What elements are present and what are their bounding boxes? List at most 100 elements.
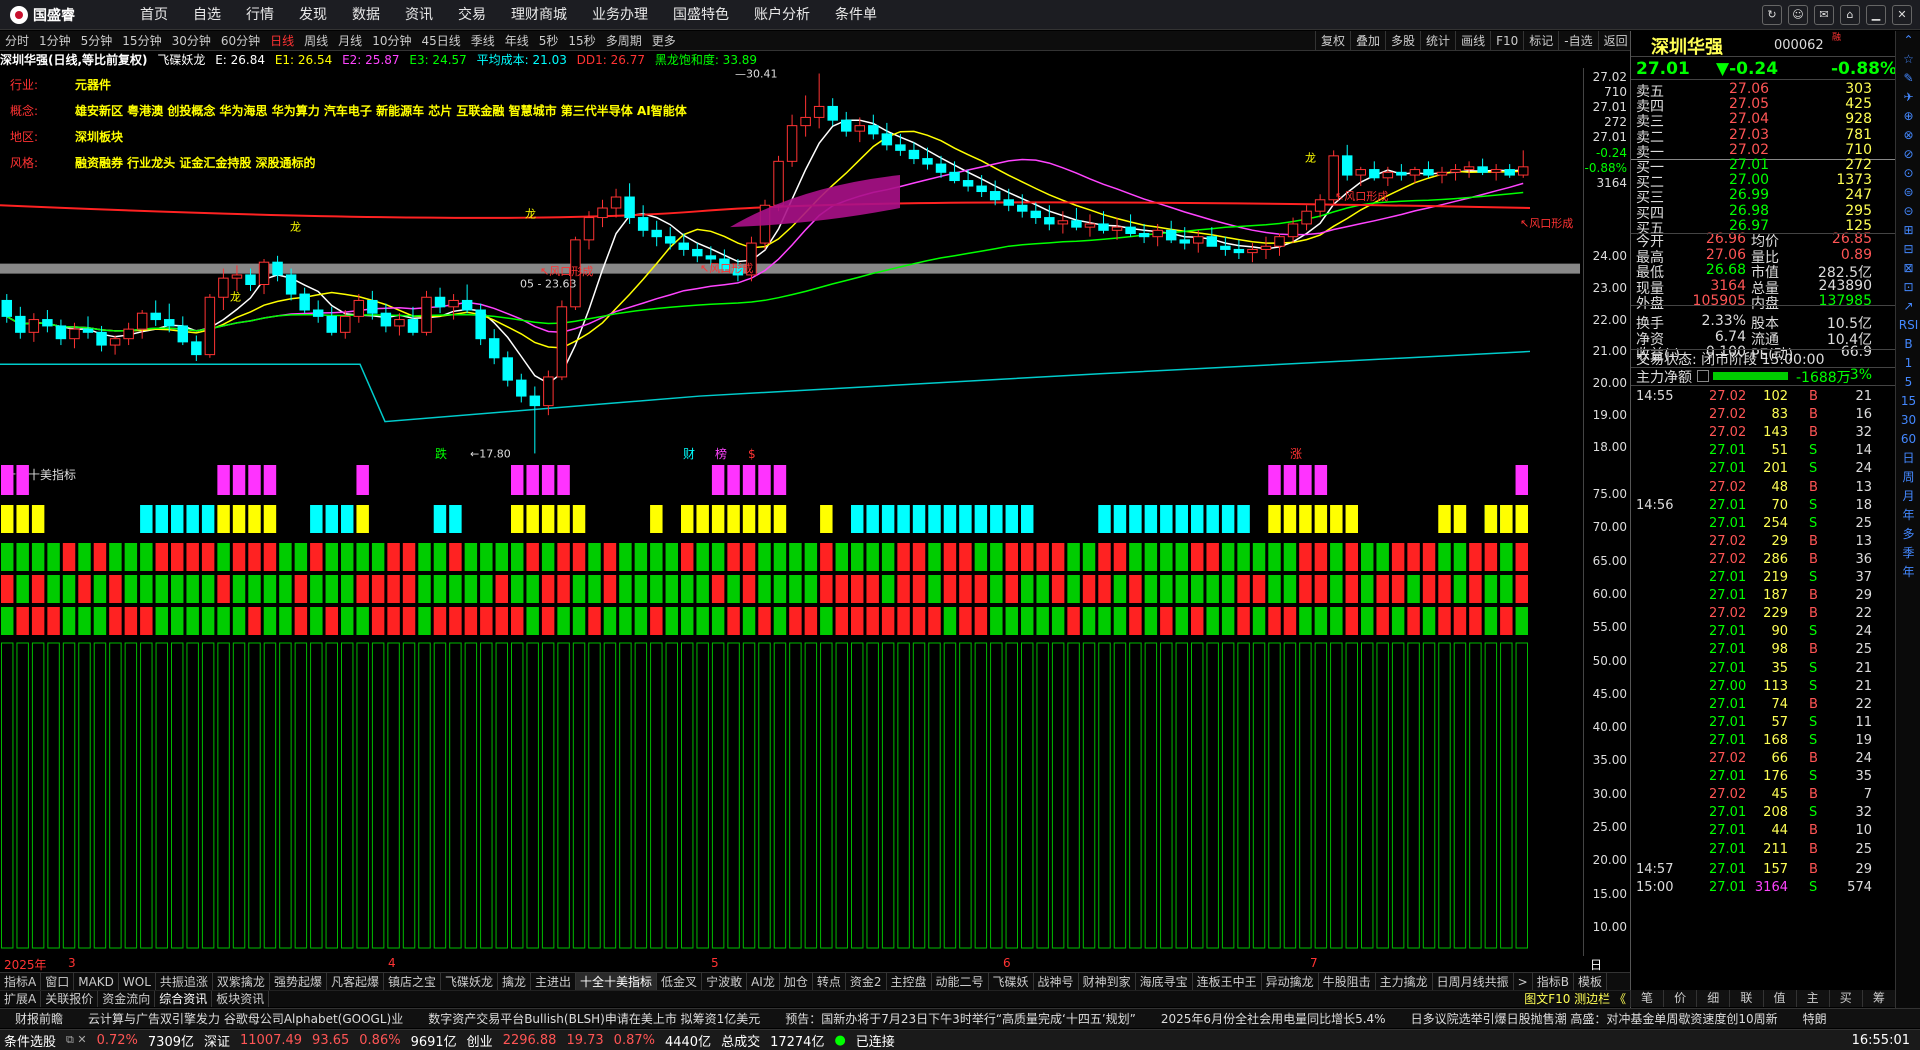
news-item[interactable]: 特朗 xyxy=(1803,1009,1827,1028)
indicator-tab-31[interactable]: 指标B xyxy=(1533,973,1574,990)
period-5[interactable]: 60分钟 xyxy=(221,31,260,50)
chart-tool-0[interactable]: 复权 xyxy=(1315,31,1350,51)
quote-tab-1[interactable]: 价 xyxy=(1663,990,1696,1007)
indicator-tab-28[interactable]: 主力擒龙 xyxy=(1376,973,1433,990)
indicator-tab-16[interactable]: 加仓 xyxy=(780,973,813,990)
period-16[interactable]: 更多 xyxy=(652,31,676,50)
status-expand-icon[interactable]: ⧉ ✕ xyxy=(66,1033,87,1047)
sidebar-item-icon-26[interactable]: 多 xyxy=(1896,525,1920,544)
menu-item-4[interactable]: 数据 xyxy=(352,0,380,30)
indicator-tab-26[interactable]: 异动擒龙 xyxy=(1262,973,1319,990)
indicator-tab-30[interactable]: > xyxy=(1514,973,1533,990)
indicator-tab-18[interactable]: 资金2 xyxy=(846,973,887,990)
chart-tool-7[interactable]: -自选 xyxy=(1558,31,1597,51)
period-13[interactable]: 5秒 xyxy=(539,31,559,50)
quote-tab-0[interactable]: 笔 xyxy=(1630,990,1663,1007)
window-button-icon-1[interactable]: ☺ xyxy=(1788,5,1808,25)
sidebar-item-icon-3[interactable]: ✈ xyxy=(1896,88,1920,107)
menu-item-11[interactable]: 条件单 xyxy=(835,0,877,30)
sidebar-item-icon-12[interactable]: ⊠ xyxy=(1896,259,1920,278)
chart-tool-4[interactable]: 画线 xyxy=(1455,31,1490,51)
menu-item-0[interactable]: 首页 xyxy=(140,0,168,30)
chart-tool-2[interactable]: 多股 xyxy=(1385,31,1420,51)
indicator-tab-20[interactable]: 动能二号 xyxy=(932,973,989,990)
window-button-icon-5[interactable]: ✕ xyxy=(1892,5,1912,25)
menu-item-9[interactable]: 国盛特色 xyxy=(673,0,729,30)
indicator-tab-22[interactable]: 战神号 xyxy=(1034,973,1079,990)
indicator-tab-15[interactable]: AI龙 xyxy=(747,973,780,990)
indicator-tab-11[interactable]: 主进出 xyxy=(531,973,577,990)
period-3[interactable]: 15分钟 xyxy=(122,31,161,50)
indicator-tab-14[interactable]: 宁波敢 xyxy=(702,973,748,990)
period-2[interactable]: 5分钟 xyxy=(81,31,113,50)
period-0[interactable]: 分时 xyxy=(5,31,29,50)
sidebar-item-icon-27[interactable]: 季 xyxy=(1896,544,1920,563)
period-7[interactable]: 周线 xyxy=(304,31,328,50)
sidebar-item-icon-24[interactable]: 月 xyxy=(1896,487,1920,506)
tab-fund-flow[interactable]: 资金流向 xyxy=(98,991,156,1007)
indicator-tab-17[interactable]: 转点 xyxy=(813,973,846,990)
news-item[interactable]: 日多议院选举引爆日股抛售潮 高盛：对冲基金单周歇资速度创10周新 xyxy=(1411,1009,1778,1028)
indicator-tab-2[interactable]: MAKD xyxy=(74,973,119,990)
sidebar-item-icon-11[interactable]: ⊟ xyxy=(1896,240,1920,259)
window-button-icon-0[interactable]: ↻ xyxy=(1762,5,1782,25)
sidebar-item-icon-23[interactable]: 周 xyxy=(1896,468,1920,487)
sidebar-item-icon-17[interactable]: 1 xyxy=(1896,354,1920,373)
sidebar-item-icon-16[interactable]: B xyxy=(1896,335,1920,354)
sidebar-item-icon-14[interactable]: ↗ xyxy=(1896,297,1920,316)
news-item[interactable]: 2025年6月份全社会用电量同比增长5.4% xyxy=(1161,1009,1386,1028)
quote-tab-7[interactable]: 筹 xyxy=(1861,990,1895,1007)
indicator-tab-12[interactable]: 十全十美指标 xyxy=(576,973,658,990)
tab-f10-sidebar[interactable]: 图文F10 测边栏 《 xyxy=(1520,991,1630,1007)
news-item[interactable]: 数字资产交易平台Bullish(BLSH)申请在美上市 拟筹资1亿美元 xyxy=(428,1009,760,1028)
period-10[interactable]: 45日线 xyxy=(421,31,460,50)
indicator-tab-23[interactable]: 财神到家 xyxy=(1079,973,1136,990)
tab-related-quote[interactable]: 关联报价 xyxy=(41,991,99,1007)
sidebar-item-icon-21[interactable]: 60 xyxy=(1896,430,1920,449)
indicator-tab-8[interactable]: 镇店之宝 xyxy=(384,973,441,990)
sidebar-item-icon-1[interactable]: ☆ xyxy=(1896,50,1920,69)
indicator-tab-9[interactable]: 飞碟妖龙 xyxy=(441,973,498,990)
sidebar-item-icon-20[interactable]: 30 xyxy=(1896,411,1920,430)
sidebar-item-icon-4[interactable]: ⊕ xyxy=(1896,107,1920,126)
period-14[interactable]: 15秒 xyxy=(568,31,595,50)
chart-tool-3[interactable]: 统计 xyxy=(1420,31,1455,51)
indicator-tab-24[interactable]: 海底寻宝 xyxy=(1136,973,1193,990)
menu-item-3[interactable]: 发现 xyxy=(299,0,327,30)
period-11[interactable]: 季线 xyxy=(471,31,495,50)
app-logo[interactable]: 国盛睿 xyxy=(10,5,75,25)
tab-sector-news[interactable]: 板块资讯 xyxy=(212,991,270,1007)
tab-ext-a[interactable]: 扩展A xyxy=(0,991,42,1007)
news-item[interactable]: 云计算与广告双引擎发力 谷歌母公司Alphabet(GOOGL)业 xyxy=(88,1009,403,1028)
period-1[interactable]: 1分钟 xyxy=(39,31,71,50)
sidebar-item-icon-10[interactable]: ⊞ xyxy=(1896,221,1920,240)
chart-tool-5[interactable]: F10 xyxy=(1490,31,1523,51)
indicator-tab-29[interactable]: 日周月线共振 xyxy=(1433,973,1514,990)
menu-item-2[interactable]: 行情 xyxy=(246,0,274,30)
period-6[interactable]: 日线 xyxy=(270,31,294,50)
sidebar-item-icon-18[interactable]: 5 xyxy=(1896,373,1920,392)
sidebar-item-icon-6[interactable]: ⊘ xyxy=(1896,145,1920,164)
window-button-icon-4[interactable]: ▁ xyxy=(1866,5,1886,25)
news-item[interactable]: 财报前瞻 xyxy=(15,1009,63,1028)
quote-tab-4[interactable]: 值 xyxy=(1762,990,1796,1007)
menu-item-1[interactable]: 自选 xyxy=(193,0,221,30)
sidebar-item-icon-13[interactable]: ⊡ xyxy=(1896,278,1920,297)
chart-tool-8[interactable]: 返回 xyxy=(1597,31,1633,51)
menu-item-6[interactable]: 交易 xyxy=(458,0,486,30)
menu-item-5[interactable]: 资讯 xyxy=(405,0,433,30)
indicator-tab-0[interactable]: 指标A xyxy=(0,973,42,990)
sidebar-item-icon-0[interactable]: ⌃ xyxy=(1896,31,1920,50)
quote-tab-3[interactable]: 联 xyxy=(1729,990,1762,1007)
indicator-tab-19[interactable]: 主控盘 xyxy=(887,973,932,990)
sidebar-item-icon-19[interactable]: 15 xyxy=(1896,392,1920,411)
indicator-tab-1[interactable]: 窗口 xyxy=(41,973,75,990)
sidebar-item-icon-2[interactable]: ✎ xyxy=(1896,69,1920,88)
indicator-tab-32[interactable]: 模板 xyxy=(1574,973,1607,990)
period-15[interactable]: 多周期 xyxy=(606,31,642,50)
sidebar-item-icon-22[interactable]: 日 xyxy=(1896,449,1920,468)
sidebar-item-icon-7[interactable]: ⊙ xyxy=(1896,164,1920,183)
menu-item-8[interactable]: 业务办理 xyxy=(592,0,648,30)
status-condition-select[interactable]: 条件选股 xyxy=(4,1031,56,1050)
period-4[interactable]: 30分钟 xyxy=(172,31,211,50)
